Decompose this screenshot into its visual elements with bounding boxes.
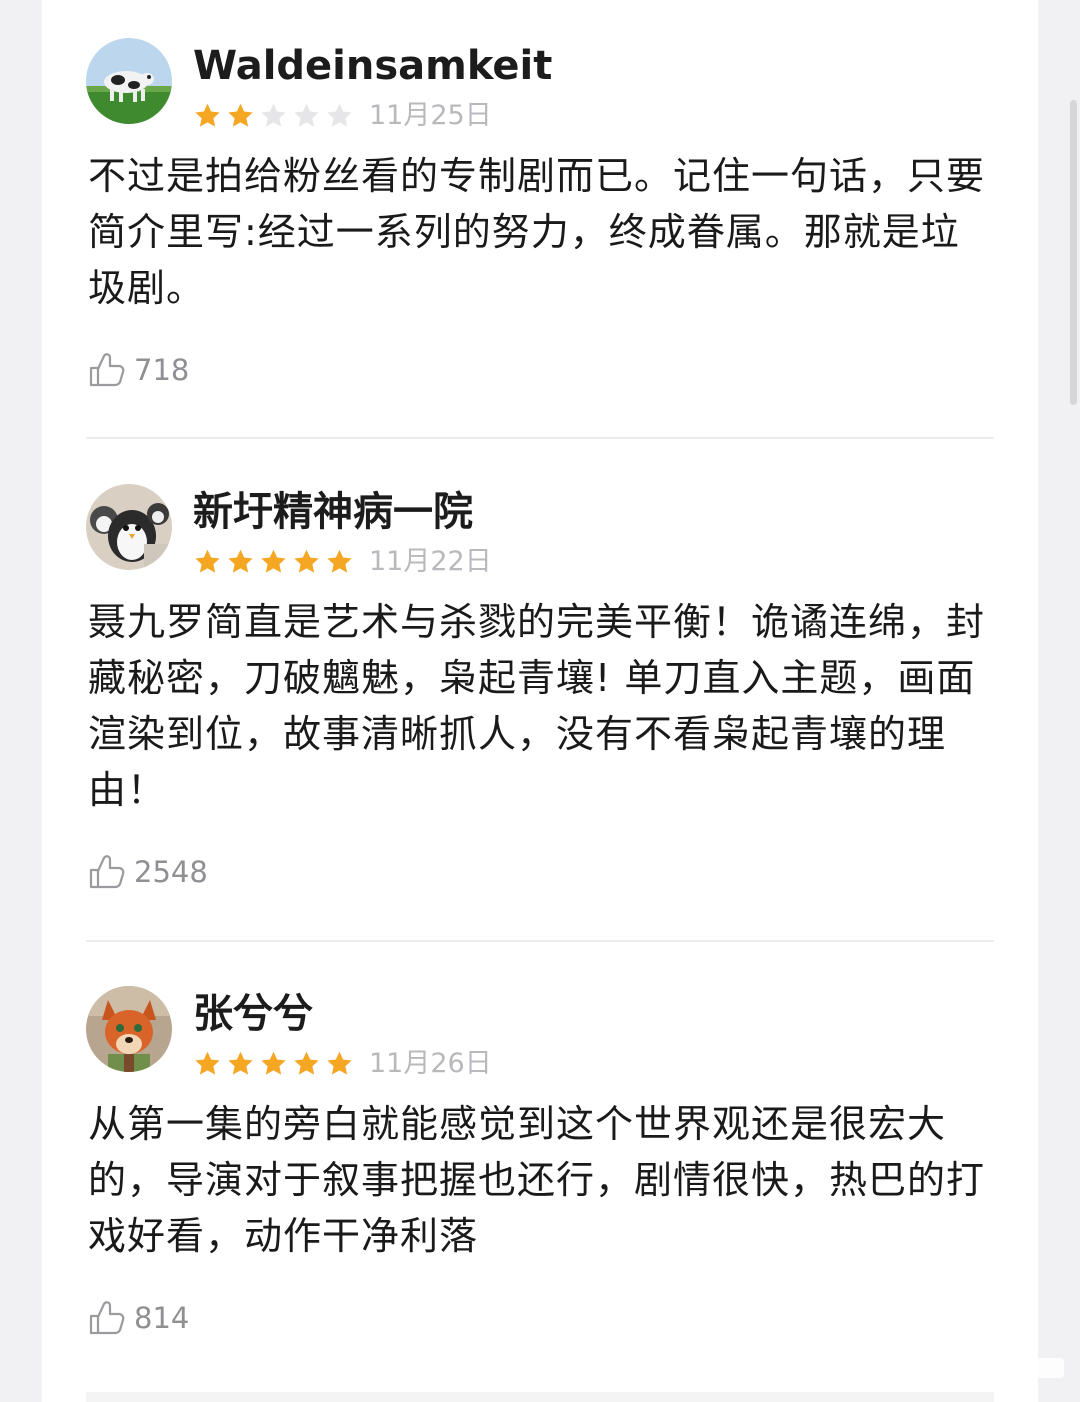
scrollbar[interactable] [1070, 100, 1077, 405]
review-date: 11月25日 [369, 100, 492, 131]
star-rating [192, 101, 357, 131]
star-empty-icon [327, 103, 352, 127]
rating-row: 11月26日 [192, 1046, 492, 1082]
fox-cartoon-avatar-icon [86, 986, 172, 1072]
watermark-icon [895, 1353, 1064, 1383]
rating-row: 11月25日 [192, 98, 492, 134]
thumbs-up-icon [89, 353, 125, 387]
review-item: 张兮兮 11月26日 从第一集的旁白就能感觉到这个世界观还是很宏大的，导演对于叙… [86, 986, 994, 1346]
star-filled-icon [228, 1051, 253, 1075]
user-avatar[interactable] [86, 38, 172, 124]
star-filled-icon [195, 103, 220, 127]
like-count: 814 [134, 1301, 190, 1335]
review-text: 不过是拍给粉丝看的专制剧而已。记住一句话，只要简介里写:经过一系列的努力，终成眷… [88, 154, 986, 310]
divider [86, 940, 994, 942]
bottom-divider [86, 1392, 994, 1402]
review-text: 从第一集的旁白就能感觉到这个世界观还是很宏大的，导演对于叙事把握也还行，剧情很快… [88, 1102, 986, 1258]
penguin-plush-avatar-icon [86, 484, 172, 570]
like-count: 2548 [134, 855, 208, 889]
star-filled-icon [327, 1051, 352, 1075]
like-button[interactable]: 718 [86, 350, 189, 390]
rating-row: 11月22日 [192, 544, 492, 580]
review-item: 新圩精神病一院 11月22日 聂九罗简直是艺术与杀戮的完美平衡！诡谲连绵，封藏秘… [86, 484, 994, 904]
review-text: 聂九罗简直是艺术与杀戮的完美平衡！诡谲连绵，封藏秘密，刀破魑魅，枭起青壤! 单刀… [88, 600, 986, 812]
like-count: 718 [134, 353, 190, 387]
review-date: 11月22日 [369, 546, 492, 577]
star-filled-icon [195, 1051, 220, 1075]
like-button[interactable]: 814 [86, 1298, 189, 1338]
cow-field-avatar-icon [86, 38, 172, 124]
user-avatar[interactable] [86, 986, 172, 1072]
star-filled-icon [294, 549, 319, 573]
star-empty-icon [261, 103, 286, 127]
username[interactable]: Waldeinsamkeit [193, 38, 552, 94]
divider [86, 437, 994, 439]
star-filled-icon [195, 549, 220, 573]
star-filled-icon [261, 549, 286, 573]
username[interactable]: 新圩精神病一院 [193, 484, 473, 540]
star-filled-icon [228, 549, 253, 573]
star-filled-icon [261, 1051, 286, 1075]
star-filled-icon [228, 103, 253, 127]
thumbs-up-icon [89, 855, 125, 889]
review-item: Waldeinsamkeit 11月25日 不过是拍给粉丝看的专制剧而已。记住一… [86, 38, 994, 398]
star-rating [192, 1049, 357, 1079]
thumbs-up-icon [89, 1301, 125, 1335]
star-filled-icon [294, 1051, 319, 1075]
user-avatar[interactable] [86, 484, 172, 570]
star-filled-icon [327, 549, 352, 573]
review-date: 11月26日 [369, 1048, 492, 1079]
star-empty-icon [294, 103, 319, 127]
star-rating [192, 547, 357, 577]
like-button[interactable]: 2548 [86, 852, 208, 892]
username[interactable]: 张兮兮 [193, 986, 313, 1042]
watermark-logo [888, 1338, 1072, 1394]
